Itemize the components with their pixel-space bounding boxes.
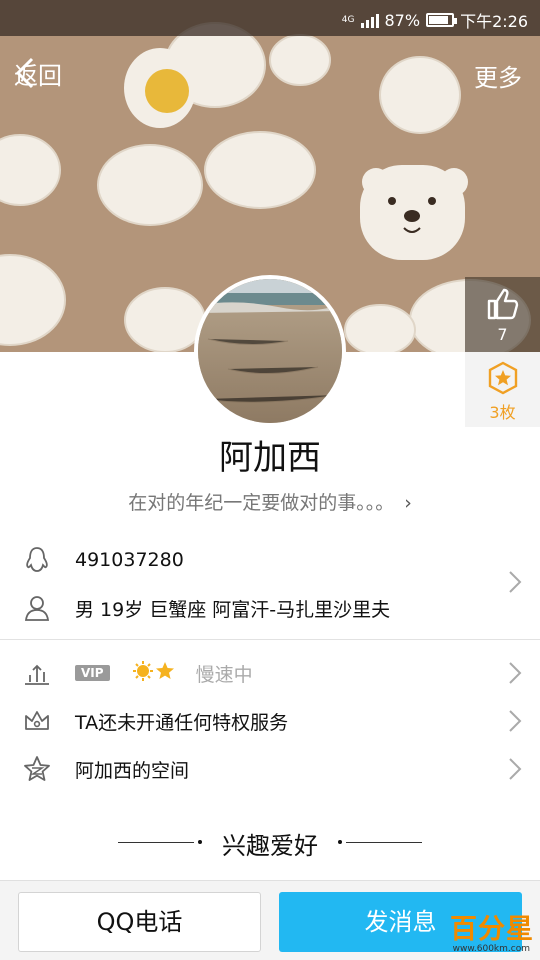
signal-icon [360,12,379,28]
chevron-right-icon [509,758,522,780]
signature-text: 在对的年纪一定要做对的事。。。 [128,492,395,514]
personal-details: 男 19岁 巨蟹座 阿富汗-马扎里沙里夫 [75,598,391,621]
like-button[interactable]: 7 [465,277,540,352]
chevron-right-icon: › [404,492,412,514]
back-arrow-icon [15,57,34,89]
crown-icon [25,711,49,730]
growth-chart-icon [25,664,49,685]
battery-icon [426,13,458,27]
watermark-url: www.600km.com [452,944,530,954]
person-icon [24,596,50,621]
section-dot-right [338,840,342,844]
avatar[interactable] [194,275,346,427]
personal-info-row[interactable]: 男 19岁 巨蟹座 阿富汗-马扎里沙里夫 [0,588,540,628]
battery-percent: 87% [384,10,421,30]
vip-speed-status: 慢速中 [195,663,253,686]
section-line-right [346,842,422,843]
level-sun-icon [132,660,176,687]
qzone-label: 阿加西的空间 [75,759,190,782]
nickname: 阿加西 [219,438,321,478]
privilege-label: TA还未开通任何特权服务 [75,711,289,734]
qzone-row[interactable]: 阿加西的空间 [0,749,540,789]
vip-row[interactable]: VIP 慢速中 [0,653,540,693]
qzone-star-icon [24,756,50,781]
qq-call-button[interactable]: QQ电话 [18,892,261,952]
chevron-right-icon [509,571,522,593]
medal-count: 3枚 [489,403,516,422]
penguin-icon [26,547,48,572]
more-button[interactable]: 更多 [474,58,522,93]
thumbs-up-icon [487,288,518,320]
avatar-photo [198,279,342,423]
chevron-right-icon [509,710,522,732]
back-button[interactable]: 返回 [14,56,62,91]
watermark-logo: 百分星 [450,914,534,945]
privilege-row[interactable]: TA还未开通任何特权服务 [0,701,540,741]
medal-icon [488,361,517,395]
medal-button[interactable]: 3枚 [465,352,540,427]
network-type: 4G [341,14,355,25]
status-bar: 4G 87% 下午2:26 [0,0,540,36]
like-count: 7 [497,325,508,344]
section-title: 兴趣爱好 [222,832,318,860]
chevron-right-icon [509,662,522,684]
divider [0,639,540,640]
qq-number: 491037280 [75,549,184,571]
clock: 下午2:26 [460,12,528,31]
qq-number-row: 491037280 [0,540,540,580]
vip-badge: VIP [75,665,110,681]
signature-row[interactable]: 在对的年纪一定要做对的事。。。 › [0,488,540,515]
